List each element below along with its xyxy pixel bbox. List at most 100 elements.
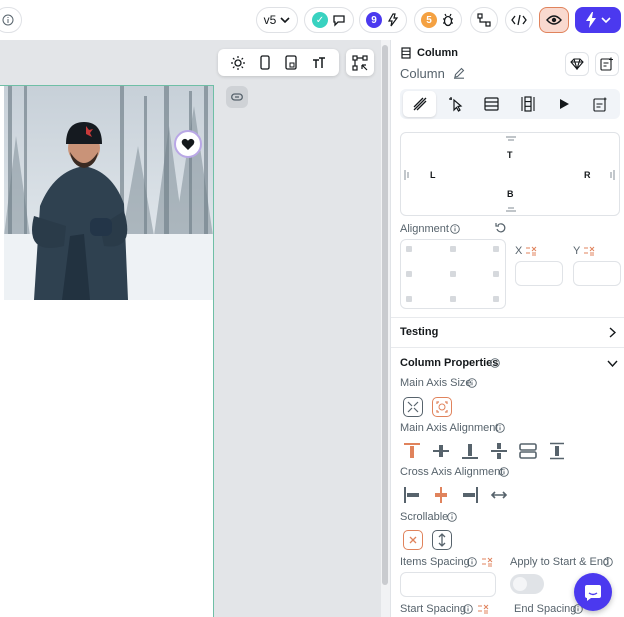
info-icon[interactable] bbox=[499, 467, 509, 477]
widget-type-label: Column bbox=[417, 47, 458, 59]
tablet-icon[interactable] bbox=[285, 55, 297, 70]
cross-end-option[interactable] bbox=[460, 485, 480, 505]
end-spacing-label: End Spacing bbox=[514, 603, 577, 615]
variable-icon[interactable] bbox=[477, 604, 489, 614]
padding-top-label: T bbox=[507, 150, 513, 160]
chevron-down-icon bbox=[280, 17, 290, 23]
branch-button[interactable] bbox=[470, 7, 498, 33]
sun-icon[interactable] bbox=[231, 55, 246, 70]
space-around-option[interactable] bbox=[518, 441, 538, 461]
cross-start-option[interactable] bbox=[402, 485, 422, 505]
run-button[interactable] bbox=[575, 7, 621, 33]
link-toggle-chip[interactable] bbox=[226, 86, 248, 108]
tab-actions[interactable] bbox=[439, 91, 472, 117]
design-canvas[interactable] bbox=[0, 40, 390, 617]
items-spacing-input[interactable] bbox=[400, 572, 496, 597]
main-axis-alignment-label: Main Axis Alignment bbox=[400, 422, 499, 434]
tab-backend[interactable] bbox=[475, 91, 508, 117]
note-list-icon bbox=[592, 97, 606, 112]
align-start-option[interactable] bbox=[402, 441, 422, 461]
info-icon[interactable] bbox=[495, 423, 505, 433]
padding-bottom-label: B bbox=[507, 189, 514, 199]
text-size-icon[interactable] bbox=[312, 56, 326, 69]
tab-animations[interactable] bbox=[547, 91, 580, 117]
space-evenly-option[interactable] bbox=[547, 441, 567, 461]
info-icon[interactable] bbox=[447, 512, 457, 522]
cross-stretch-option[interactable] bbox=[489, 485, 509, 505]
min-size-option[interactable] bbox=[403, 397, 423, 417]
main-axis-size-options bbox=[403, 397, 452, 417]
vertical-scroll-icon bbox=[438, 533, 446, 547]
version-label: v5 bbox=[263, 13, 277, 27]
paintbrush-ruler-icon bbox=[413, 97, 426, 111]
cursor-click-icon bbox=[448, 97, 462, 112]
eye-icon bbox=[546, 15, 562, 25]
issues-button[interactable]: 5 bbox=[414, 7, 462, 33]
space-around-icon bbox=[519, 443, 537, 459]
support-chat-button[interactable] bbox=[574, 573, 612, 611]
padding-top-handle-icon bbox=[506, 136, 516, 141]
properties-panel: Column Column T L R B Alignment X Y Test… bbox=[390, 40, 624, 617]
align-right-icon bbox=[463, 487, 478, 503]
cross-center-option[interactable] bbox=[431, 485, 451, 505]
info-icon[interactable] bbox=[490, 358, 500, 368]
padding-left-handle-icon bbox=[404, 170, 409, 180]
align-center-option[interactable] bbox=[431, 441, 451, 461]
scrollable-options bbox=[403, 530, 452, 550]
padding-right-handle-icon bbox=[610, 170, 615, 180]
not-scrollable-option[interactable] bbox=[403, 530, 423, 550]
variable-icon[interactable] bbox=[583, 246, 595, 256]
widget-name-label: Column bbox=[400, 66, 445, 81]
preview-button[interactable] bbox=[539, 7, 569, 33]
canvas-scrollbar-thumb[interactable] bbox=[382, 45, 388, 585]
add-note-button[interactable] bbox=[595, 52, 619, 76]
info-button[interactable] bbox=[0, 7, 22, 33]
comments-count-button[interactable]: 9 bbox=[359, 7, 407, 33]
apply-start-end-toggle[interactable] bbox=[510, 574, 544, 594]
start-spacing-label: Start Spacing bbox=[400, 603, 467, 615]
padding-left-label: L bbox=[430, 170, 436, 180]
pencil-icon[interactable] bbox=[453, 67, 465, 79]
testing-section-header[interactable]: Testing bbox=[400, 326, 438, 338]
variable-icon[interactable] bbox=[481, 557, 493, 567]
align-end-option[interactable] bbox=[460, 441, 480, 461]
info-icon[interactable] bbox=[450, 224, 460, 234]
winter-portrait-image[interactable] bbox=[4, 86, 213, 300]
chevron-down-icon[interactable] bbox=[607, 360, 618, 367]
max-size-option[interactable] bbox=[432, 397, 452, 417]
check-icon: ✓ bbox=[312, 12, 328, 28]
x-label: X bbox=[515, 245, 523, 257]
padding-editor[interactable]: T L R B bbox=[400, 132, 620, 216]
space-between-option[interactable] bbox=[489, 441, 509, 461]
column-properties-header[interactable]: Column Properties bbox=[400, 357, 498, 369]
column-widget-icon bbox=[401, 47, 411, 59]
diamond-icon bbox=[570, 58, 584, 70]
variable-icon[interactable] bbox=[525, 246, 537, 256]
scrollable-option[interactable] bbox=[432, 530, 452, 550]
tab-notes[interactable] bbox=[583, 91, 616, 117]
chevron-right-icon[interactable] bbox=[609, 327, 616, 338]
code-view-button[interactable] bbox=[505, 7, 533, 33]
comment-icon bbox=[333, 15, 345, 27]
diamond-button[interactable] bbox=[565, 52, 589, 76]
reset-icon[interactable] bbox=[495, 222, 507, 234]
align-top-icon bbox=[404, 443, 420, 458]
status-comments-button[interactable]: ✓ bbox=[304, 7, 354, 33]
tab-layout[interactable] bbox=[511, 91, 544, 117]
widget-tree-button[interactable] bbox=[346, 49, 374, 76]
info-icon[interactable] bbox=[467, 378, 477, 388]
info-icon[interactable] bbox=[467, 557, 477, 567]
x-input[interactable] bbox=[515, 261, 563, 286]
favorite-button[interactable] bbox=[174, 130, 202, 158]
info-icon[interactable] bbox=[463, 604, 473, 614]
phone-icon[interactable] bbox=[260, 55, 270, 70]
info-icon[interactable] bbox=[603, 557, 613, 567]
issues-badge: 5 bbox=[421, 12, 437, 28]
canvas-toolbar bbox=[218, 49, 339, 76]
property-tabs bbox=[400, 89, 620, 119]
y-input[interactable] bbox=[573, 261, 621, 286]
tab-properties[interactable] bbox=[403, 91, 436, 117]
alignment-label: Alignment bbox=[400, 223, 449, 235]
alignment-grid[interactable] bbox=[400, 239, 506, 309]
version-dropdown[interactable]: v5 bbox=[256, 7, 298, 33]
